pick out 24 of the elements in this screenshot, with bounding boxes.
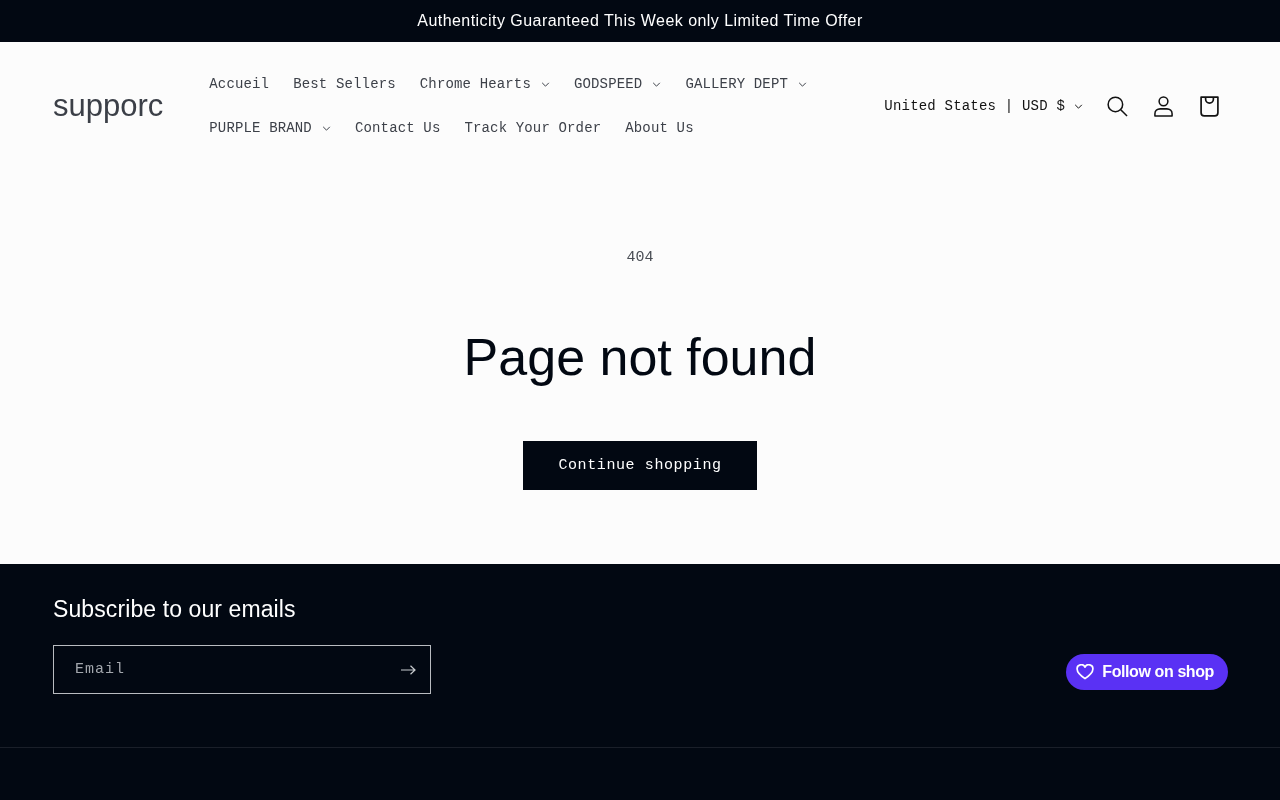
arrow-icon bbox=[400, 664, 416, 675]
nav-link[interactable]: Chrome Hearts bbox=[407, 62, 562, 106]
nav-link[interactable]: About Us bbox=[613, 106, 706, 150]
bag-icon bbox=[1198, 95, 1220, 117]
nav-link[interactable]: Best Sellers bbox=[281, 62, 408, 106]
nav-link[interactable]: GALLERY DEPT bbox=[673, 62, 819, 106]
search-icon bbox=[1106, 95, 1128, 117]
country-selector[interactable]: United States | USD $ bbox=[884, 84, 1093, 128]
nav-link[interactable]: Track Your Order bbox=[452, 106, 614, 150]
nav-link[interactable]: PURPLE BRAND bbox=[197, 106, 343, 150]
heart-icon bbox=[1076, 664, 1095, 680]
follow-button[interactable]: Follow on shop bbox=[1066, 654, 1228, 690]
person-icon bbox=[1152, 95, 1174, 117]
continue-shopping-button[interactable]: Continue shopping bbox=[523, 441, 757, 490]
announcement-text: Authenticity Guaranteed This Week only Limited Time Offer bbox=[417, 12, 863, 30]
nav-link[interactable]: Accueil bbox=[197, 62, 282, 106]
store-logo[interactable]: supporc bbox=[53, 88, 164, 124]
nav-link[interactable]: Contact Us bbox=[342, 106, 453, 150]
nav-link[interactable]: GODSPEED bbox=[561, 62, 674, 106]
error-code: 404 bbox=[626, 248, 654, 268]
email-field[interactable]: Email bbox=[53, 645, 431, 694]
caret-icon bbox=[1074, 103, 1083, 109]
newsletter-heading: Subscribe to our emails bbox=[53, 595, 297, 624]
page-title: Page not found bbox=[463, 327, 817, 388]
